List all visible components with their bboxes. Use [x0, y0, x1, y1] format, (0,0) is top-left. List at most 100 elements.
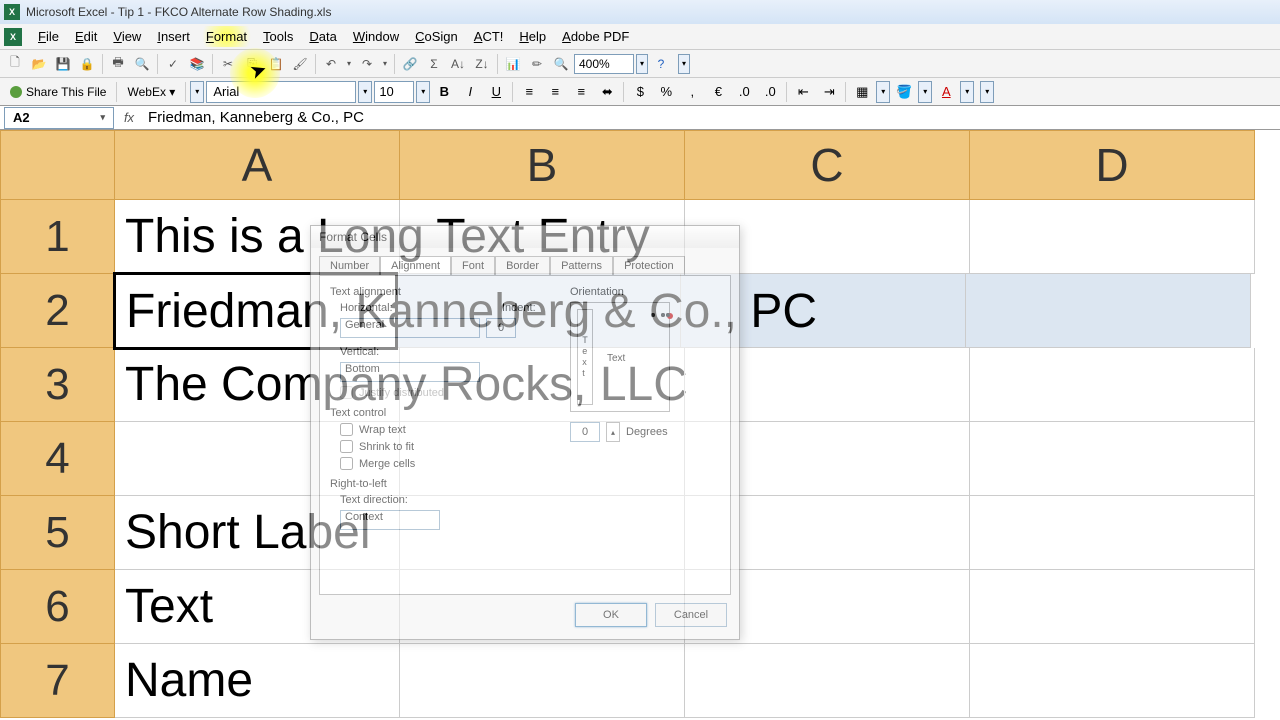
fontcolor-dropdown-icon[interactable]: ▾ [960, 81, 974, 103]
cut-icon[interactable]: ✂ [217, 53, 239, 75]
namebox-dropdown-icon[interactable]: ▾ [100, 112, 105, 123]
menu-adobepdf[interactable]: Adobe PDF [554, 26, 637, 47]
font-size-combo[interactable]: 10 [374, 81, 414, 103]
degrees-spinner-buttons[interactable]: ▴ [606, 422, 620, 442]
decrease-decimal-icon[interactable]: .0 [758, 81, 782, 103]
select-all-corner[interactable] [0, 130, 115, 200]
bold-button[interactable]: B [432, 81, 456, 103]
menu-act[interactable]: ACT! [466, 26, 512, 47]
cell-d1[interactable] [970, 200, 1255, 274]
copy-icon[interactable]: ⎘ [241, 53, 263, 75]
research-icon[interactable]: 📚 [186, 53, 208, 75]
cell-d7[interactable] [970, 644, 1255, 718]
cell-d2[interactable] [966, 274, 1251, 348]
merge-center-icon[interactable]: ⬌ [595, 81, 619, 103]
align-center-icon[interactable]: ≡ [543, 81, 567, 103]
cell-a7[interactable]: Name [115, 644, 400, 718]
format-cells-dialog[interactable]: Format Cells Number Alignment Font Borde… [310, 225, 740, 640]
col-head-c[interactable]: C [685, 130, 970, 200]
align-right-icon[interactable]: ≡ [569, 81, 593, 103]
percent-icon[interactable]: % [654, 81, 678, 103]
fill-dropdown-icon[interactable]: ▾ [918, 81, 932, 103]
align-left-icon[interactable]: ≡ [517, 81, 541, 103]
cell-c7[interactable] [685, 644, 970, 718]
autosum-icon[interactable]: Σ [423, 53, 445, 75]
chart-icon[interactable]: 📊 [502, 53, 524, 75]
orientation-vertical-text[interactable]: Text [577, 309, 593, 405]
share-file-button[interactable]: Share This File [4, 81, 112, 103]
underline-button[interactable]: U [484, 81, 508, 103]
zoom-fit-icon[interactable]: 🔍 [550, 53, 572, 75]
degrees-spinner[interactable] [570, 422, 600, 442]
paste-icon[interactable]: 📋 [265, 53, 287, 75]
new-icon[interactable]: 🗋 [4, 53, 26, 75]
increase-indent-icon[interactable]: ⇥ [817, 81, 841, 103]
help-icon[interactable]: ? [650, 53, 672, 75]
borders-icon[interactable]: ▦ [850, 81, 874, 103]
zoom-dropdown-icon[interactable]: ▾ [636, 54, 648, 74]
formula-input[interactable]: Friedman, Kanneberg & Co., PC [144, 109, 1280, 126]
tab-protection[interactable]: Protection [613, 256, 685, 275]
col-head-a[interactable]: A [115, 130, 400, 200]
cell-d4[interactable] [970, 422, 1255, 496]
col-head-d[interactable]: D [970, 130, 1255, 200]
row-head-1[interactable]: 1 [0, 200, 115, 274]
shrink-fit-check[interactable] [340, 440, 353, 453]
fill-color-icon[interactable]: 🪣 [892, 81, 916, 103]
row-head-4[interactable]: 4 [0, 422, 115, 496]
col-head-b[interactable]: B [400, 130, 685, 200]
cancel-button[interactable]: Cancel [655, 603, 727, 627]
undo-icon[interactable]: ↶ [320, 53, 342, 75]
currency-icon[interactable]: $ [628, 81, 652, 103]
zoom-combo[interactable]: 400% [574, 54, 634, 74]
permission-icon[interactable]: 🔒 [76, 53, 98, 75]
menu-tools[interactable]: Tools [255, 26, 301, 47]
row-head-2[interactable]: 2 [0, 274, 115, 348]
menu-window[interactable]: Window [345, 26, 407, 47]
tab-number[interactable]: Number [319, 256, 380, 275]
menu-insert[interactable]: Insert [149, 26, 198, 47]
wrap-text-check[interactable] [340, 423, 353, 436]
row-head-3[interactable]: 3 [0, 348, 115, 422]
row-head-6[interactable]: 6 [0, 570, 115, 644]
preview-icon[interactable]: 🔍 [131, 53, 153, 75]
font-color-icon[interactable]: A [934, 81, 958, 103]
tab-alignment[interactable]: Alignment [380, 256, 451, 275]
menu-format[interactable]: Format [198, 26, 255, 47]
cell-b7[interactable] [400, 644, 685, 718]
vertical-combo[interactable]: Bottom [340, 362, 480, 382]
tab-patterns[interactable]: Patterns [550, 256, 613, 275]
comma-icon[interactable]: , [680, 81, 704, 103]
hyperlink-icon[interactable]: 🔗 [399, 53, 421, 75]
sort-desc-icon[interactable]: Z↓ [471, 53, 493, 75]
indent-spinner[interactable] [486, 318, 516, 338]
font-dropdown-icon[interactable]: ▾ [358, 81, 372, 103]
italic-button[interactable]: I [458, 81, 482, 103]
horizontal-combo[interactable]: General [340, 318, 480, 338]
toolbar2-end-icon[interactable]: ▾ [980, 81, 994, 103]
app-menu-icon[interactable]: X [4, 28, 22, 46]
increase-decimal-icon[interactable]: .0 [732, 81, 756, 103]
merge-cells-check[interactable] [340, 457, 353, 470]
orientation-dial[interactable]: Text Text [570, 302, 670, 412]
open-icon[interactable]: 📂 [28, 53, 50, 75]
menu-view[interactable]: View [105, 26, 149, 47]
justify-distributed-check[interactable] [340, 386, 353, 399]
size-dropdown-icon[interactable]: ▾ [416, 81, 430, 103]
format-painter-icon[interactable]: 🖌 [289, 53, 311, 75]
webex-button[interactable]: WebEx ▾ [121, 81, 181, 103]
menu-data[interactable]: Data [301, 26, 344, 47]
tab-font[interactable]: Font [451, 256, 495, 275]
row-head-7[interactable]: 7 [0, 644, 115, 718]
cell-d3[interactable] [970, 348, 1255, 422]
decrease-indent-icon[interactable]: ⇤ [791, 81, 815, 103]
fx-icon[interactable]: fx [114, 110, 144, 125]
cell-d6[interactable] [970, 570, 1255, 644]
menu-edit[interactable]: Edit [67, 26, 105, 47]
undo-dropdown-icon[interactable]: ▾ [344, 53, 354, 75]
borders-dropdown-icon[interactable]: ▾ [876, 81, 890, 103]
toolbar2-options-icon[interactable]: ▾ [190, 81, 204, 103]
sort-asc-icon[interactable]: A↓ [447, 53, 469, 75]
toolbar-options-icon[interactable]: ▾ [678, 54, 690, 74]
ok-button[interactable]: OK [575, 603, 647, 627]
